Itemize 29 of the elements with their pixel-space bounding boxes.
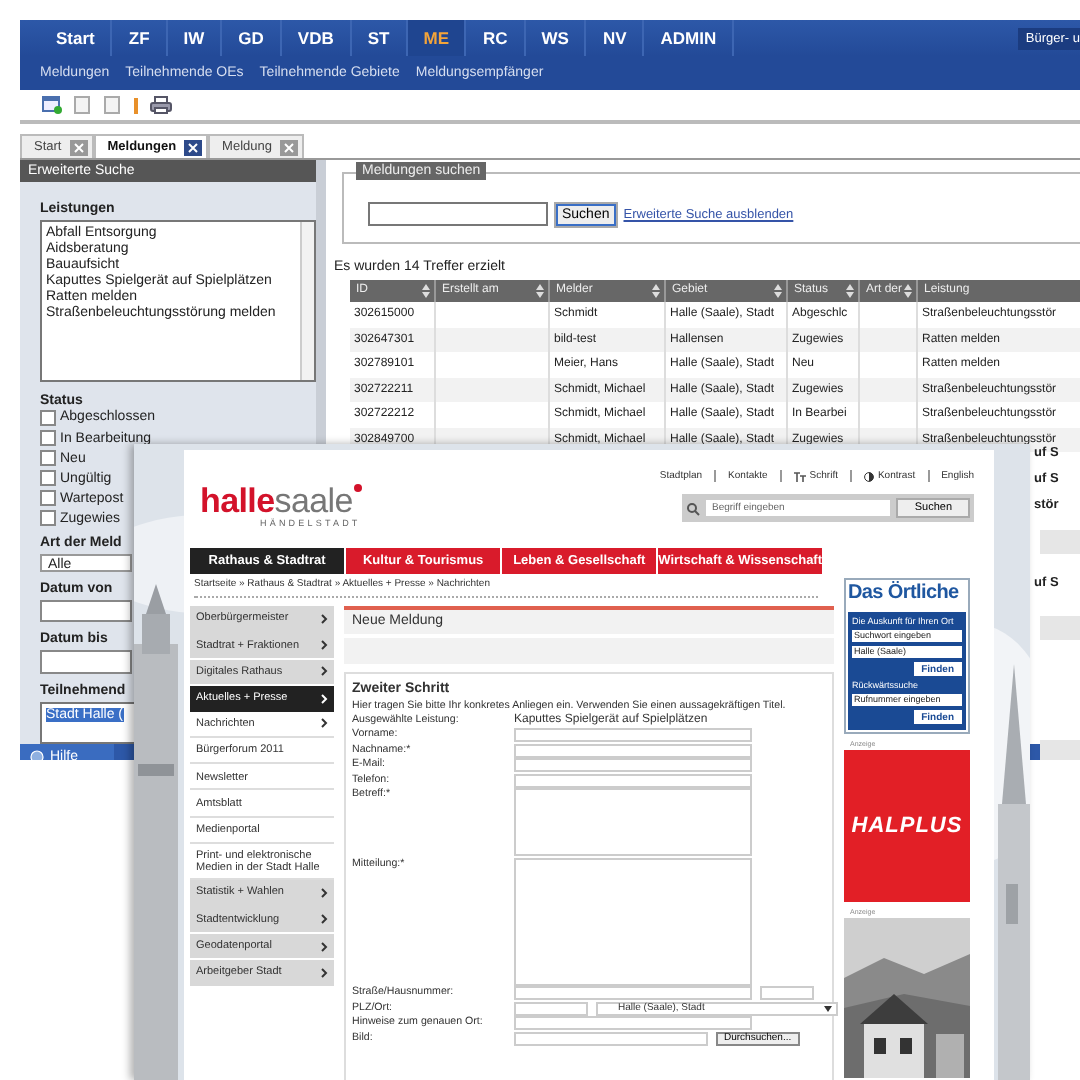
printer-icon[interactable]	[150, 96, 172, 114]
scroll-bar[interactable]	[300, 222, 314, 380]
separator-icon	[134, 97, 138, 113]
form-field[interactable]	[1040, 530, 1080, 554]
checkbox[interactable]	[40, 470, 56, 487]
checkbox[interactable]	[40, 510, 56, 527]
sort-icon[interactable]	[774, 284, 782, 298]
form-field[interactable]	[1040, 740, 1080, 760]
nav-tab[interactable]: ME	[407, 20, 467, 56]
form-field[interactable]	[1040, 616, 1080, 640]
checkbox[interactable]	[40, 490, 56, 507]
sort-icon[interactable]	[652, 284, 660, 298]
search-field[interactable]	[368, 202, 548, 226]
date-field[interactable]	[40, 650, 132, 674]
sort-icon[interactable]	[904, 284, 912, 298]
sort-icon[interactable]	[422, 284, 430, 298]
table-cell	[860, 327, 918, 352]
checkbox[interactable]	[40, 430, 56, 447]
checkbox[interactable]	[40, 409, 56, 426]
date-field[interactable]	[40, 599, 132, 623]
close-icon[interactable]	[184, 139, 203, 155]
table-cell	[436, 327, 550, 352]
checkbox[interactable]	[40, 450, 56, 467]
globe-icon	[30, 749, 44, 760]
table-cell	[436, 377, 550, 402]
sort-icon[interactable]	[536, 284, 544, 298]
table-cell	[860, 377, 918, 402]
new-window-icon[interactable]	[42, 96, 62, 114]
sort-icon[interactable]	[846, 284, 854, 298]
